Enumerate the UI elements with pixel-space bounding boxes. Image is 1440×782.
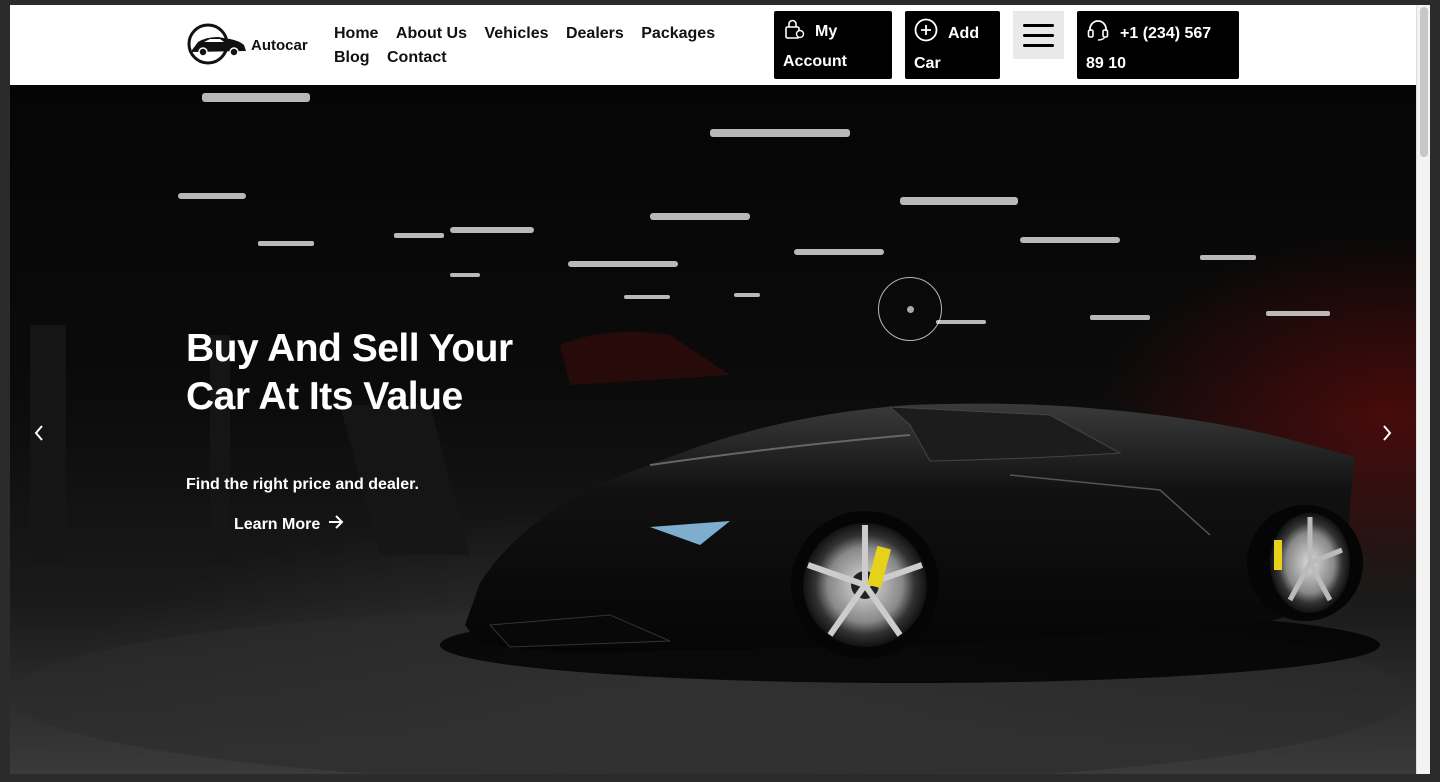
chevron-right-icon <box>1381 424 1393 447</box>
carousel-prev-button[interactable] <box>24 420 54 450</box>
headset-icon <box>1086 18 1110 51</box>
plus-circle-icon <box>914 18 938 51</box>
nav-home[interactable]: Home <box>334 22 378 46</box>
cursor-indicator <box>878 277 942 341</box>
nav-packages[interactable]: Packages <box>641 22 715 46</box>
hamburger-menu-icon <box>1023 23 1054 27</box>
site-header: Autocar Home About Us Vehicles Dealers P… <box>10 5 1416 85</box>
vertical-scrollbar[interactable] <box>1416 5 1430 774</box>
nav-vehicles[interactable]: Vehicles <box>484 22 548 46</box>
nav-blog[interactable]: Blog <box>334 46 370 70</box>
car-logo-icon <box>186 23 248 65</box>
browser-frame: Autocar Home About Us Vehicles Dealers P… <box>0 0 1440 782</box>
hero-title: Buy And Sell Your Car At Its Value <box>186 327 513 418</box>
brand-name: Autocar <box>251 36 308 54</box>
nav-contact[interactable]: Contact <box>387 46 447 70</box>
hamburger-menu-button[interactable] <box>1013 11 1064 59</box>
lock-icon <box>783 18 805 49</box>
learn-more-link[interactable]: Learn More <box>234 515 344 534</box>
add-car-button[interactable]: Add Car <box>905 11 1000 79</box>
arrow-right-icon <box>328 515 344 534</box>
hero-background-image <box>10 93 1410 774</box>
nav-about-us[interactable]: About Us <box>396 22 467 46</box>
page-viewport: Autocar Home About Us Vehicles Dealers P… <box>10 5 1416 774</box>
scrollbar-thumb[interactable] <box>1420 7 1428 157</box>
carousel-next-button[interactable] <box>1372 420 1402 450</box>
chevron-left-icon <box>33 424 45 447</box>
hero-banner: Buy And Sell Your Car At Its Value Find … <box>10 85 1416 774</box>
learn-more-label: Learn More <box>234 515 321 533</box>
my-account-button[interactable]: My Account <box>774 11 892 79</box>
hero-subtitle: Find the right price and dealer. <box>186 476 419 493</box>
main-nav: Home About Us Vehicles Dealers Packages … <box>334 22 774 70</box>
nav-dealers[interactable]: Dealers <box>566 22 624 46</box>
brand-logo[interactable]: Autocar <box>186 22 310 66</box>
phone-button[interactable]: +1 (234) 567 89 10 <box>1077 11 1239 79</box>
